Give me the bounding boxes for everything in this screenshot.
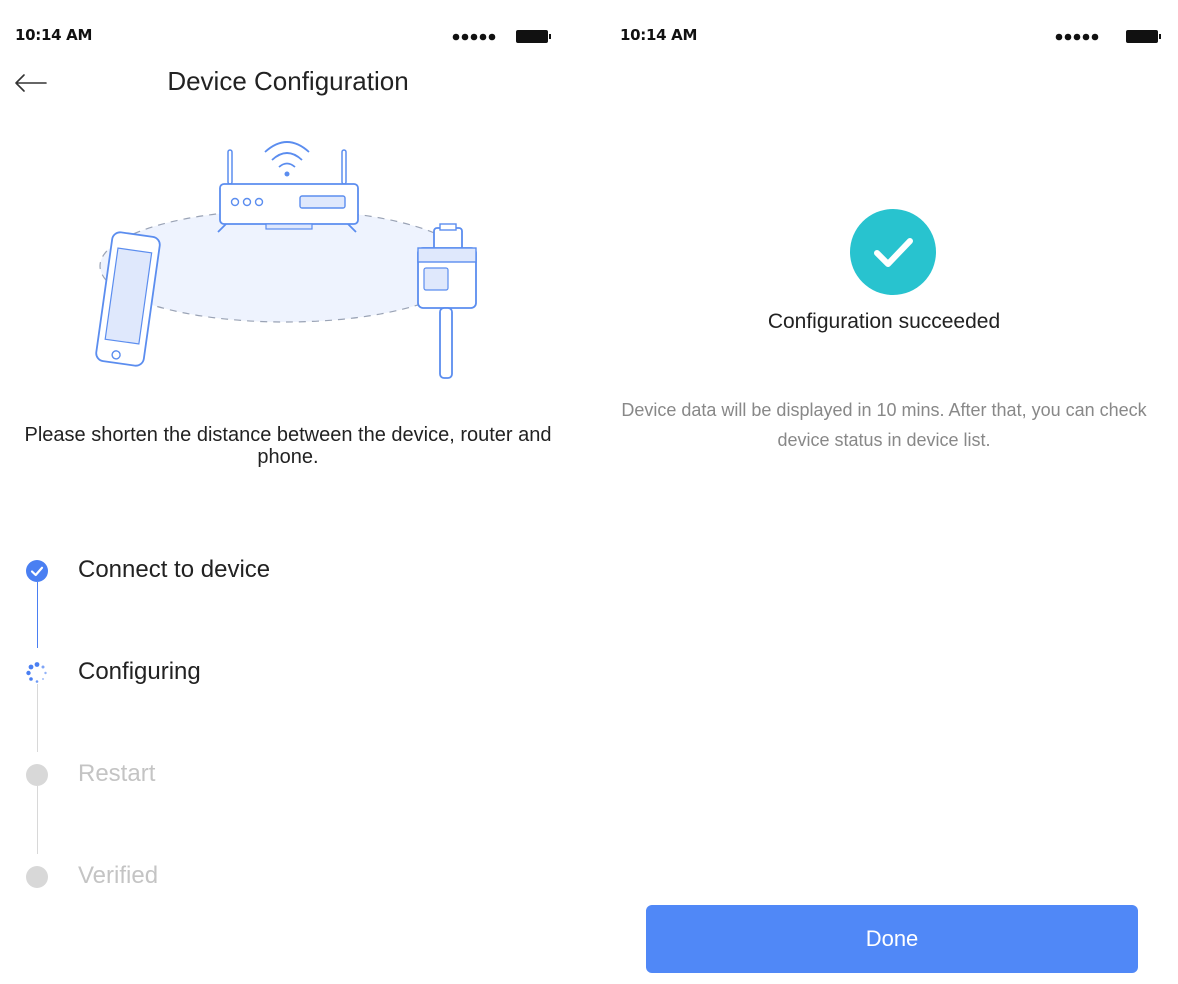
page-title: Device Configuration [167, 66, 409, 96]
step-label: Restart [78, 760, 156, 787]
step-connect-to-device: Connect to device [24, 550, 424, 590]
step-configuring: Configuring [24, 652, 424, 692]
pending-dot [26, 866, 48, 888]
success-title: Configuration succeeded [767, 310, 1001, 333]
status-bar: 10:14 AM [0, 24, 590, 48]
step-restart: Restart [24, 754, 424, 794]
step-verified: Verified [24, 856, 424, 896]
phone-icon [95, 231, 161, 367]
status-time: 10:14 AM [15, 26, 93, 44]
check-icon [26, 560, 48, 582]
battery-icon [1126, 30, 1161, 43]
step-label: Connect to device [78, 556, 271, 583]
done-button[interactable]: Done [646, 905, 1138, 973]
device-icon [417, 223, 477, 379]
pairing-illustration [95, 141, 477, 379]
step-connector-pending [37, 786, 38, 854]
step-label: Configuring [78, 658, 201, 685]
success-description: Device data will be displayed in 10 mins… [621, 400, 1147, 450]
config-success-screen: 10:14 AM Configuration succeeded Device … [590, 0, 1178, 984]
step-connector-done [37, 582, 38, 648]
signal-icon [1055, 33, 1099, 41]
status-time: 10:14 AM [620, 26, 698, 44]
status-bar: 10:14 AM [590, 24, 1178, 48]
battery-icon [516, 30, 551, 43]
pending-dot [26, 764, 48, 786]
distance-hint: Please shorten the distance between the … [24, 424, 552, 468]
spinner-icon [26, 662, 47, 683]
step-label: Verified [78, 862, 159, 889]
signal-icon [452, 33, 496, 41]
router-icon [217, 141, 359, 233]
config-progress-screen: 10:14 AM Device Configuration Please sho… [0, 0, 590, 984]
step-connector-pending [37, 684, 38, 752]
success-check-icon [850, 209, 936, 295]
